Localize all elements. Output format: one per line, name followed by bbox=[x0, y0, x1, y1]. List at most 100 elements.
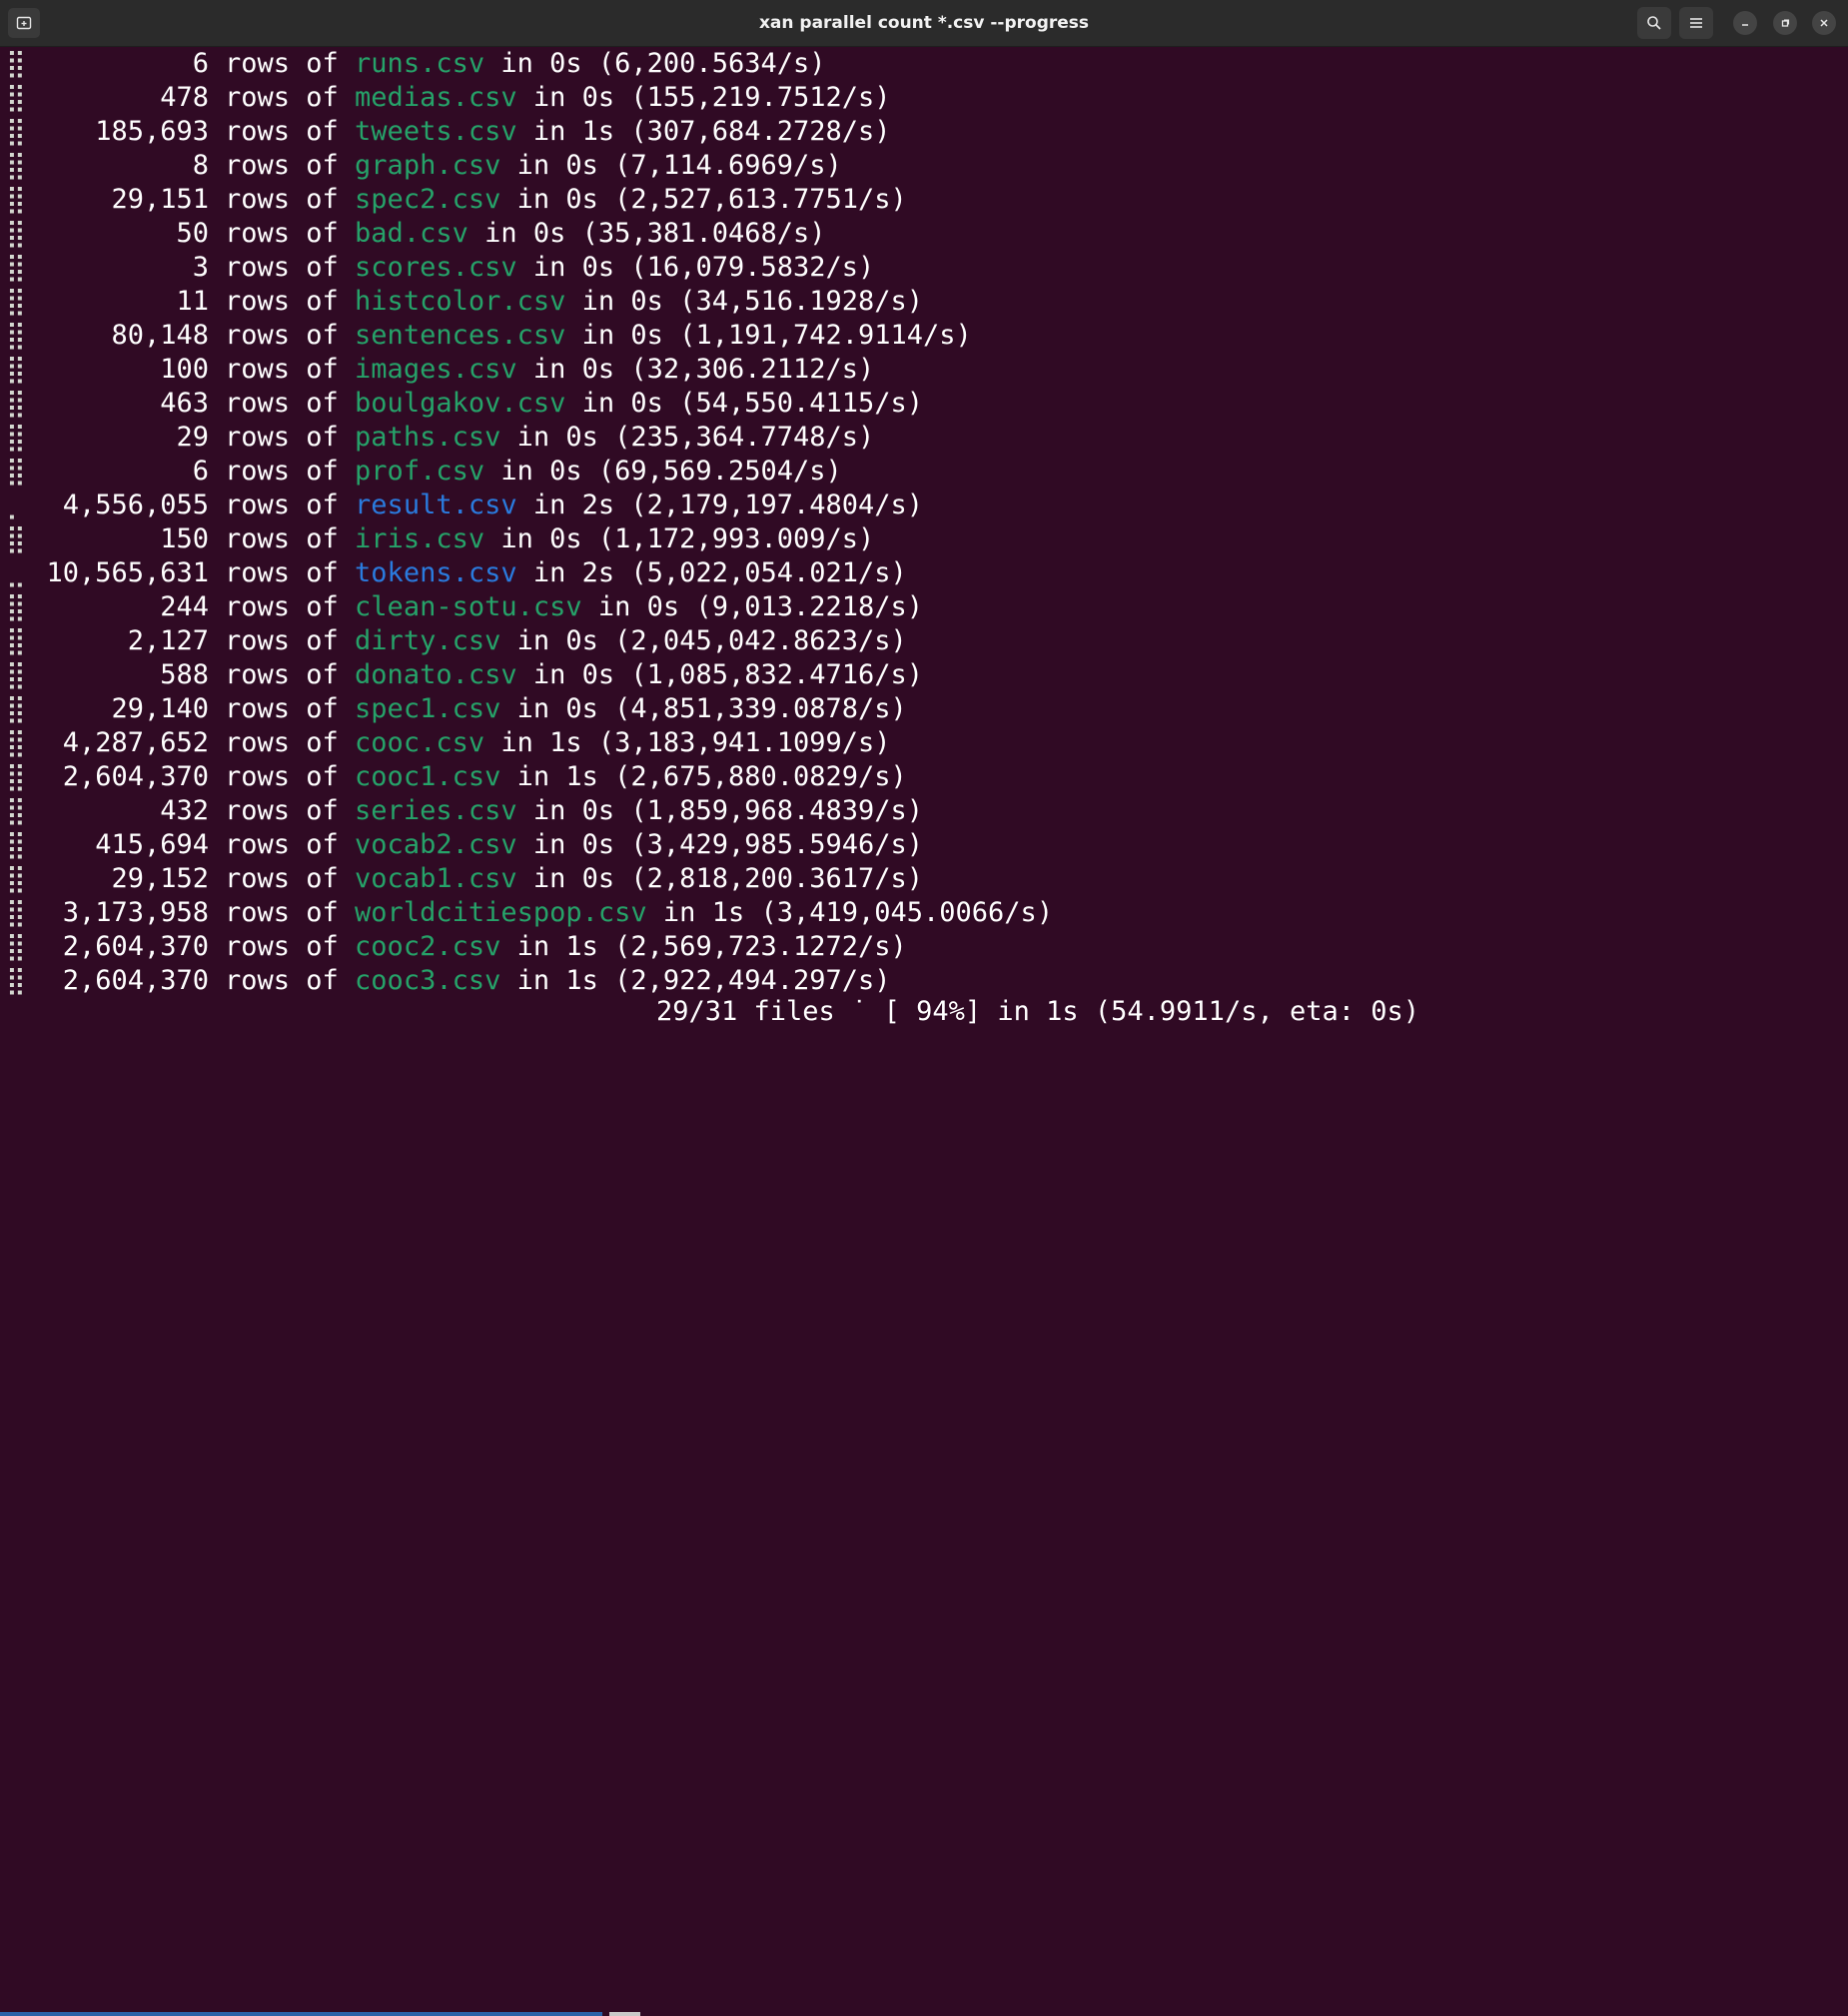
file-name: images.csv bbox=[355, 354, 517, 385]
title-bar: xan parallel count *.csv --progress bbox=[0, 0, 1848, 47]
throughput-rate: 69,569.2504/s bbox=[614, 456, 826, 487]
spinner-glyph: ⣿ bbox=[6, 184, 26, 215]
file-name: medias.csv bbox=[355, 82, 517, 113]
close-button[interactable] bbox=[1812, 11, 1836, 35]
line-detail: rows of histcolor.csv in 0s (34,516.1928… bbox=[225, 286, 924, 317]
elapsed-time: 0s bbox=[565, 693, 598, 724]
output-line: ⣿ 6 rows of prof.csv in 0s (69,569.2504/s) bbox=[0, 455, 1848, 489]
output-line: ⣿ 185,693 rows of tweets.csv in 1s (307,68… bbox=[0, 115, 1848, 149]
spinner-glyph: ⣿ bbox=[6, 591, 26, 622]
line-detail: rows of prof.csv in 0s (69,569.2504/s) bbox=[225, 456, 842, 487]
output-line: ⣿ 6 rows of runs.csv in 0s (6,200.5634/s) bbox=[0, 47, 1848, 81]
file-name: cooc1.csv bbox=[355, 761, 501, 792]
elapsed-time: 0s bbox=[565, 150, 598, 181]
search-button[interactable] bbox=[1637, 7, 1671, 39]
search-icon bbox=[1647, 16, 1661, 30]
throughput-rate: 3,419,045.0066/s bbox=[776, 897, 1037, 928]
elapsed-time: 0s bbox=[630, 286, 663, 317]
elapsed-time: 0s bbox=[532, 218, 566, 249]
throughput-rate: 35,381.0468/s bbox=[597, 218, 810, 249]
output-line: ⣿ 100 rows of images.csv in 0s (32,306.211… bbox=[0, 353, 1848, 387]
throughput-rate: 2,527,613.7751/s bbox=[630, 184, 891, 215]
progress-status: 29/31 files ˙ [ 94%] in 1s (54.9911/s, e… bbox=[656, 996, 1420, 1027]
throughput-rate: 2,818,200.3617/s bbox=[646, 863, 907, 894]
spinner-glyph: ⣿ bbox=[6, 252, 26, 283]
row-count: 478 bbox=[160, 82, 209, 113]
throughput-rate: 2,045,042.8623/s bbox=[630, 625, 891, 656]
minimize-icon bbox=[1742, 24, 1748, 26]
spinner-glyph: ⣿ bbox=[6, 82, 26, 113]
spinner-glyph: ⡀ bbox=[6, 490, 26, 520]
elapsed-time: 0s bbox=[565, 422, 598, 453]
file-name: series.csv bbox=[355, 795, 517, 826]
line-detail: rows of tweets.csv in 1s (307,684.2728/s… bbox=[225, 116, 891, 147]
spinner-glyph: ⣿ bbox=[6, 795, 26, 826]
line-detail: rows of images.csv in 0s (32,306.2112/s) bbox=[225, 354, 875, 385]
file-name: clean-sotu.csv bbox=[355, 591, 582, 622]
line-detail: rows of dirty.csv in 0s (2,045,042.8623/… bbox=[225, 625, 907, 656]
output-line: ⣿ 29,151 rows of spec2.csv in 0s (2,527,61… bbox=[0, 183, 1848, 217]
output-line: ⣿ 432 rows of series.csv in 0s (1,859,968.… bbox=[0, 794, 1848, 828]
throughput-rate: 1,191,742.9114/s bbox=[695, 320, 956, 351]
output-line: ⣿ 3,173,958 rows of worldcitiespop.csv in … bbox=[0, 896, 1848, 930]
line-detail: rows of cooc.csv in 1s (3,183,941.1099/s… bbox=[225, 727, 891, 758]
output-line: ⣿ 588 rows of donato.csv in 0s (1,085,832.… bbox=[0, 658, 1848, 692]
file-name: sentences.csv bbox=[355, 320, 566, 351]
spinner-glyph: ⣿ bbox=[6, 354, 26, 385]
output-line: ⡀ 4,556,055 rows of result.csv in 2s (2,17… bbox=[0, 489, 1848, 522]
throughput-rate: 34,516.1928/s bbox=[695, 286, 907, 317]
spinner-glyph: ⣿ bbox=[6, 897, 26, 928]
row-count: 29,151 bbox=[111, 184, 209, 215]
throughput-rate: 235,364.7748/s bbox=[630, 422, 858, 453]
spinner-glyph: ⣿ bbox=[6, 48, 26, 79]
file-name: boulgakov.csv bbox=[355, 388, 566, 419]
elapsed-time: 0s bbox=[646, 591, 680, 622]
elapsed-time: 0s bbox=[581, 863, 615, 894]
line-detail: rows of paths.csv in 0s (235,364.7748/s) bbox=[225, 422, 875, 453]
file-name: donato.csv bbox=[355, 659, 517, 690]
row-count: 10,565,631 bbox=[46, 557, 209, 588]
minimize-button[interactable] bbox=[1733, 11, 1757, 35]
line-detail: rows of vocab1.csv in 0s (2,818,200.3617… bbox=[225, 863, 924, 894]
spinner-glyph: ⣿ bbox=[6, 659, 26, 690]
progress-bar-remaining bbox=[609, 2012, 640, 2016]
line-detail: rows of worldcitiespop.csv in 1s (3,419,… bbox=[225, 897, 1054, 928]
menu-button[interactable] bbox=[1679, 7, 1713, 39]
elapsed-time: 0s bbox=[549, 456, 582, 487]
throughput-rate: 1,172,993.009/s bbox=[614, 523, 858, 554]
terminal-output[interactable]: ⣿ 6 rows of runs.csv in 0s (6,200.5634/s) ⣿… bbox=[0, 47, 1848, 1045]
elapsed-time: 1s bbox=[581, 116, 615, 147]
elapsed-time: 0s bbox=[581, 354, 615, 385]
line-detail: rows of sentences.csv in 0s (1,191,742.9… bbox=[225, 320, 972, 351]
maximize-button[interactable] bbox=[1773, 11, 1797, 35]
throughput-rate: 54,550.4115/s bbox=[695, 388, 907, 419]
maximize-icon bbox=[1781, 19, 1790, 27]
throughput-rate: 2,922,494.297/s bbox=[630, 965, 875, 996]
elapsed-time: 0s bbox=[581, 659, 615, 690]
output-line: ⣿ 244 rows of clean-sotu.csv in 0s (9,013.… bbox=[0, 590, 1848, 624]
line-detail: rows of cooc1.csv in 1s (2,675,880.0829/… bbox=[225, 761, 907, 792]
line-detail: rows of runs.csv in 0s (6,200.5634/s) bbox=[225, 48, 826, 79]
file-name: histcolor.csv bbox=[355, 286, 566, 317]
spinner-glyph: ⣿ bbox=[6, 422, 26, 453]
window-title: xan parallel count *.csv --progress bbox=[758, 13, 1090, 33]
file-name: worldcitiespop.csv bbox=[355, 897, 647, 928]
output-line: ⣿ 29 rows of paths.csv in 0s (235,364.7748… bbox=[0, 421, 1848, 455]
throughput-rate: 6,200.5634/s bbox=[614, 48, 810, 79]
elapsed-time: 0s bbox=[630, 320, 663, 351]
elapsed-time: 0s bbox=[581, 252, 615, 283]
throughput-rate: 1,859,968.4839/s bbox=[646, 795, 907, 826]
spinner-glyph: ⣿ bbox=[6, 286, 26, 317]
file-name: spec1.csv bbox=[355, 693, 501, 724]
line-detail: rows of spec1.csv in 0s (4,851,339.0878/… bbox=[225, 693, 907, 724]
spinner-glyph: ⣀ bbox=[6, 557, 26, 588]
spinner-glyph: ⣿ bbox=[6, 863, 26, 894]
output-line: ⣿ 29,152 rows of vocab1.csv in 0s (2,818,2… bbox=[0, 862, 1848, 896]
throughput-rate: 4,851,339.0878/s bbox=[630, 693, 891, 724]
row-count: 2,604,370 bbox=[62, 761, 209, 792]
row-count: 29,152 bbox=[111, 863, 209, 894]
row-count: 150 bbox=[160, 523, 209, 554]
row-count: 80,148 bbox=[111, 320, 209, 351]
spinner-glyph: ⣿ bbox=[6, 116, 26, 147]
spinner-glyph: ⣿ bbox=[6, 625, 26, 656]
